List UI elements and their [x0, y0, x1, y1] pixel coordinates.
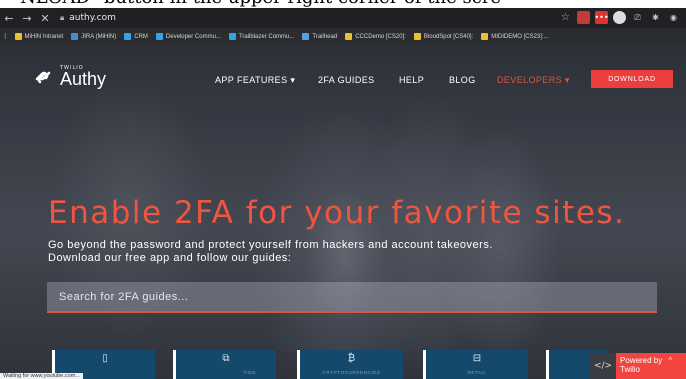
- bookmark-icon: [481, 33, 489, 40]
- bookmark-label: MiHIN Intranet: [24, 33, 64, 40]
- menu-developers[interactable]: DEVELOPERS ▾: [497, 75, 570, 86]
- chrome-icon[interactable]: [613, 11, 626, 24]
- bookmark-icon: [302, 33, 310, 40]
- bookmark-label: CRM: [134, 33, 148, 40]
- badge-line1: Powered by: [620, 356, 663, 365]
- hero-subtitle: Go beyond the password and protect yours…: [48, 239, 493, 265]
- bookmark-icon: [345, 33, 353, 40]
- bookmark-label: CCCDemo [CS20]:: [355, 33, 406, 40]
- category-card-4[interactable]: ⊟ RETAIL: [423, 350, 528, 379]
- bookmark-item[interactable]: MIDIDEMO [CS23]:...: [481, 33, 549, 40]
- bookmark-item[interactable]: Trailhead: [302, 33, 337, 40]
- bookmarks-bar: ⁝ MiHIN Intranet JIRA (MiHIN) CRM Developer …: [0, 28, 686, 45]
- profile-icon[interactable]: ◉: [667, 11, 680, 24]
- status-bar: Waiting for www.youtube.com...: [0, 373, 83, 379]
- hero-title: Enable 2FA for your favorite sites.: [48, 195, 626, 231]
- bookmark-icon: [14, 33, 22, 40]
- category-cards: ▯ ⧉ TION ₿ CRYPTOCURRENCIES ⊟ RETAIL CRY: [0, 350, 686, 379]
- guide-search-input[interactable]: Search for 2FA guides...: [47, 282, 657, 313]
- code-icon: </>: [590, 353, 616, 379]
- menu-blog[interactable]: BLOG: [449, 75, 476, 85]
- lock-icon: 🔒︎: [60, 13, 65, 22]
- chevron-up-icon: ^: [668, 356, 673, 365]
- badge-text: Powered by ^ Twilio: [616, 353, 686, 379]
- address-bar[interactable]: 🔒︎ authy.com: [60, 13, 116, 23]
- category-label: RETAIL: [467, 370, 487, 375]
- stop-button[interactable]: ✕: [36, 12, 54, 25]
- bookmark-item[interactable]: MiHIN Intranet: [14, 33, 64, 40]
- bookmark-item[interactable]: CCCDemo [CS20]:: [345, 33, 406, 40]
- authy-page: TWILIO Authy APP FEATURES ▾ 2FA GUIDES H…: [0, 45, 686, 379]
- apps-icon[interactable]: ⁝: [4, 32, 7, 41]
- bookmark-item[interactable]: CRM: [124, 33, 148, 40]
- puzzle-icon[interactable]: ✱: [649, 11, 662, 24]
- powered-by-twilio-badge[interactable]: </> Powered by ^ Twilio: [590, 353, 686, 379]
- bookmark-icon: [155, 33, 163, 40]
- bookmark-icon: [71, 33, 79, 40]
- bookmark-item[interactable]: Trailblazer Commu...: [228, 33, 295, 40]
- forward-button[interactable]: →: [18, 12, 36, 25]
- menu-2fa-guides[interactable]: 2FA GUIDES: [318, 75, 375, 85]
- search-placeholder: Search for 2FA guides...: [59, 290, 189, 303]
- bookmark-label: BloodSpot [CS40]:: [423, 33, 474, 40]
- back-button[interactable]: ←: [0, 12, 18, 25]
- category-label: CRYPTOCURRENCIES: [322, 370, 381, 375]
- caption-strip: NLOAD" button in the upper right corner …: [0, 0, 686, 8]
- badge-line2: Twilio: [620, 365, 641, 374]
- cart-icon: ⊟: [472, 353, 482, 364]
- hero-subtitle-line2: Download our free app and follow our gui…: [48, 252, 292, 264]
- phone-icon: ▯: [102, 353, 108, 364]
- category-card-3[interactable]: ₿ CRYPTOCURRENCIES: [297, 350, 403, 379]
- category-label: TION: [242, 370, 256, 375]
- bookmark-icon: [124, 33, 132, 40]
- bitcoin-icon: ₿: [347, 353, 356, 364]
- browser-toolbar: ← → ✕ 🔒︎ authy.com ☆ ••• ⎚ ✱ ◉: [0, 8, 686, 28]
- bookmark-icon: [413, 33, 421, 40]
- hero-subtitle-line1: Go beyond the password and protect yours…: [48, 239, 493, 251]
- category-card-2[interactable]: ⧉ TION: [173, 350, 276, 379]
- menu-app-features[interactable]: APP FEATURES ▾: [215, 75, 295, 86]
- bookmark-item[interactable]: JIRA (MiHIN): [71, 33, 116, 40]
- star-icon[interactable]: ☆: [559, 11, 572, 24]
- extension-icons: ☆ ••• ⎚ ✱ ◉: [559, 11, 680, 24]
- menu-help[interactable]: HELP: [399, 75, 424, 85]
- logo-authy-text: Authy: [60, 69, 107, 89]
- bookmark-label: Trailhead: [312, 33, 338, 40]
- bookmark-item[interactable]: Developer Commu...: [155, 33, 221, 40]
- site-header: TWILIO Authy APP FEATURES ▾ 2FA GUIDES H…: [0, 45, 686, 115]
- authy-logo-icon: [35, 71, 51, 84]
- download-button[interactable]: DOWNLOAD: [591, 70, 673, 88]
- bookmark-label: MIDIDEMO [CS23]:...: [491, 33, 549, 40]
- bookmark-label: JIRA (MiHIN): [81, 33, 117, 40]
- bookmark-item[interactable]: BloodSpot [CS40]:: [413, 33, 474, 40]
- extension-icon[interactable]: [577, 11, 590, 24]
- bookmark-icon: [228, 33, 236, 40]
- lastpass-icon[interactable]: •••: [594, 11, 609, 24]
- caption-text: NLOAD" button in the upper right corner …: [20, 0, 501, 8]
- chat-icon: ⧉: [222, 353, 230, 364]
- bookmark-label: Developer Commu...: [165, 33, 221, 40]
- bookmark-label: Trailblazer Commu...: [238, 33, 295, 40]
- url-text: authy.com: [69, 13, 116, 23]
- cast-icon[interactable]: ⎚: [631, 11, 644, 24]
- authy-logo[interactable]: TWILIO Authy: [32, 65, 107, 89]
